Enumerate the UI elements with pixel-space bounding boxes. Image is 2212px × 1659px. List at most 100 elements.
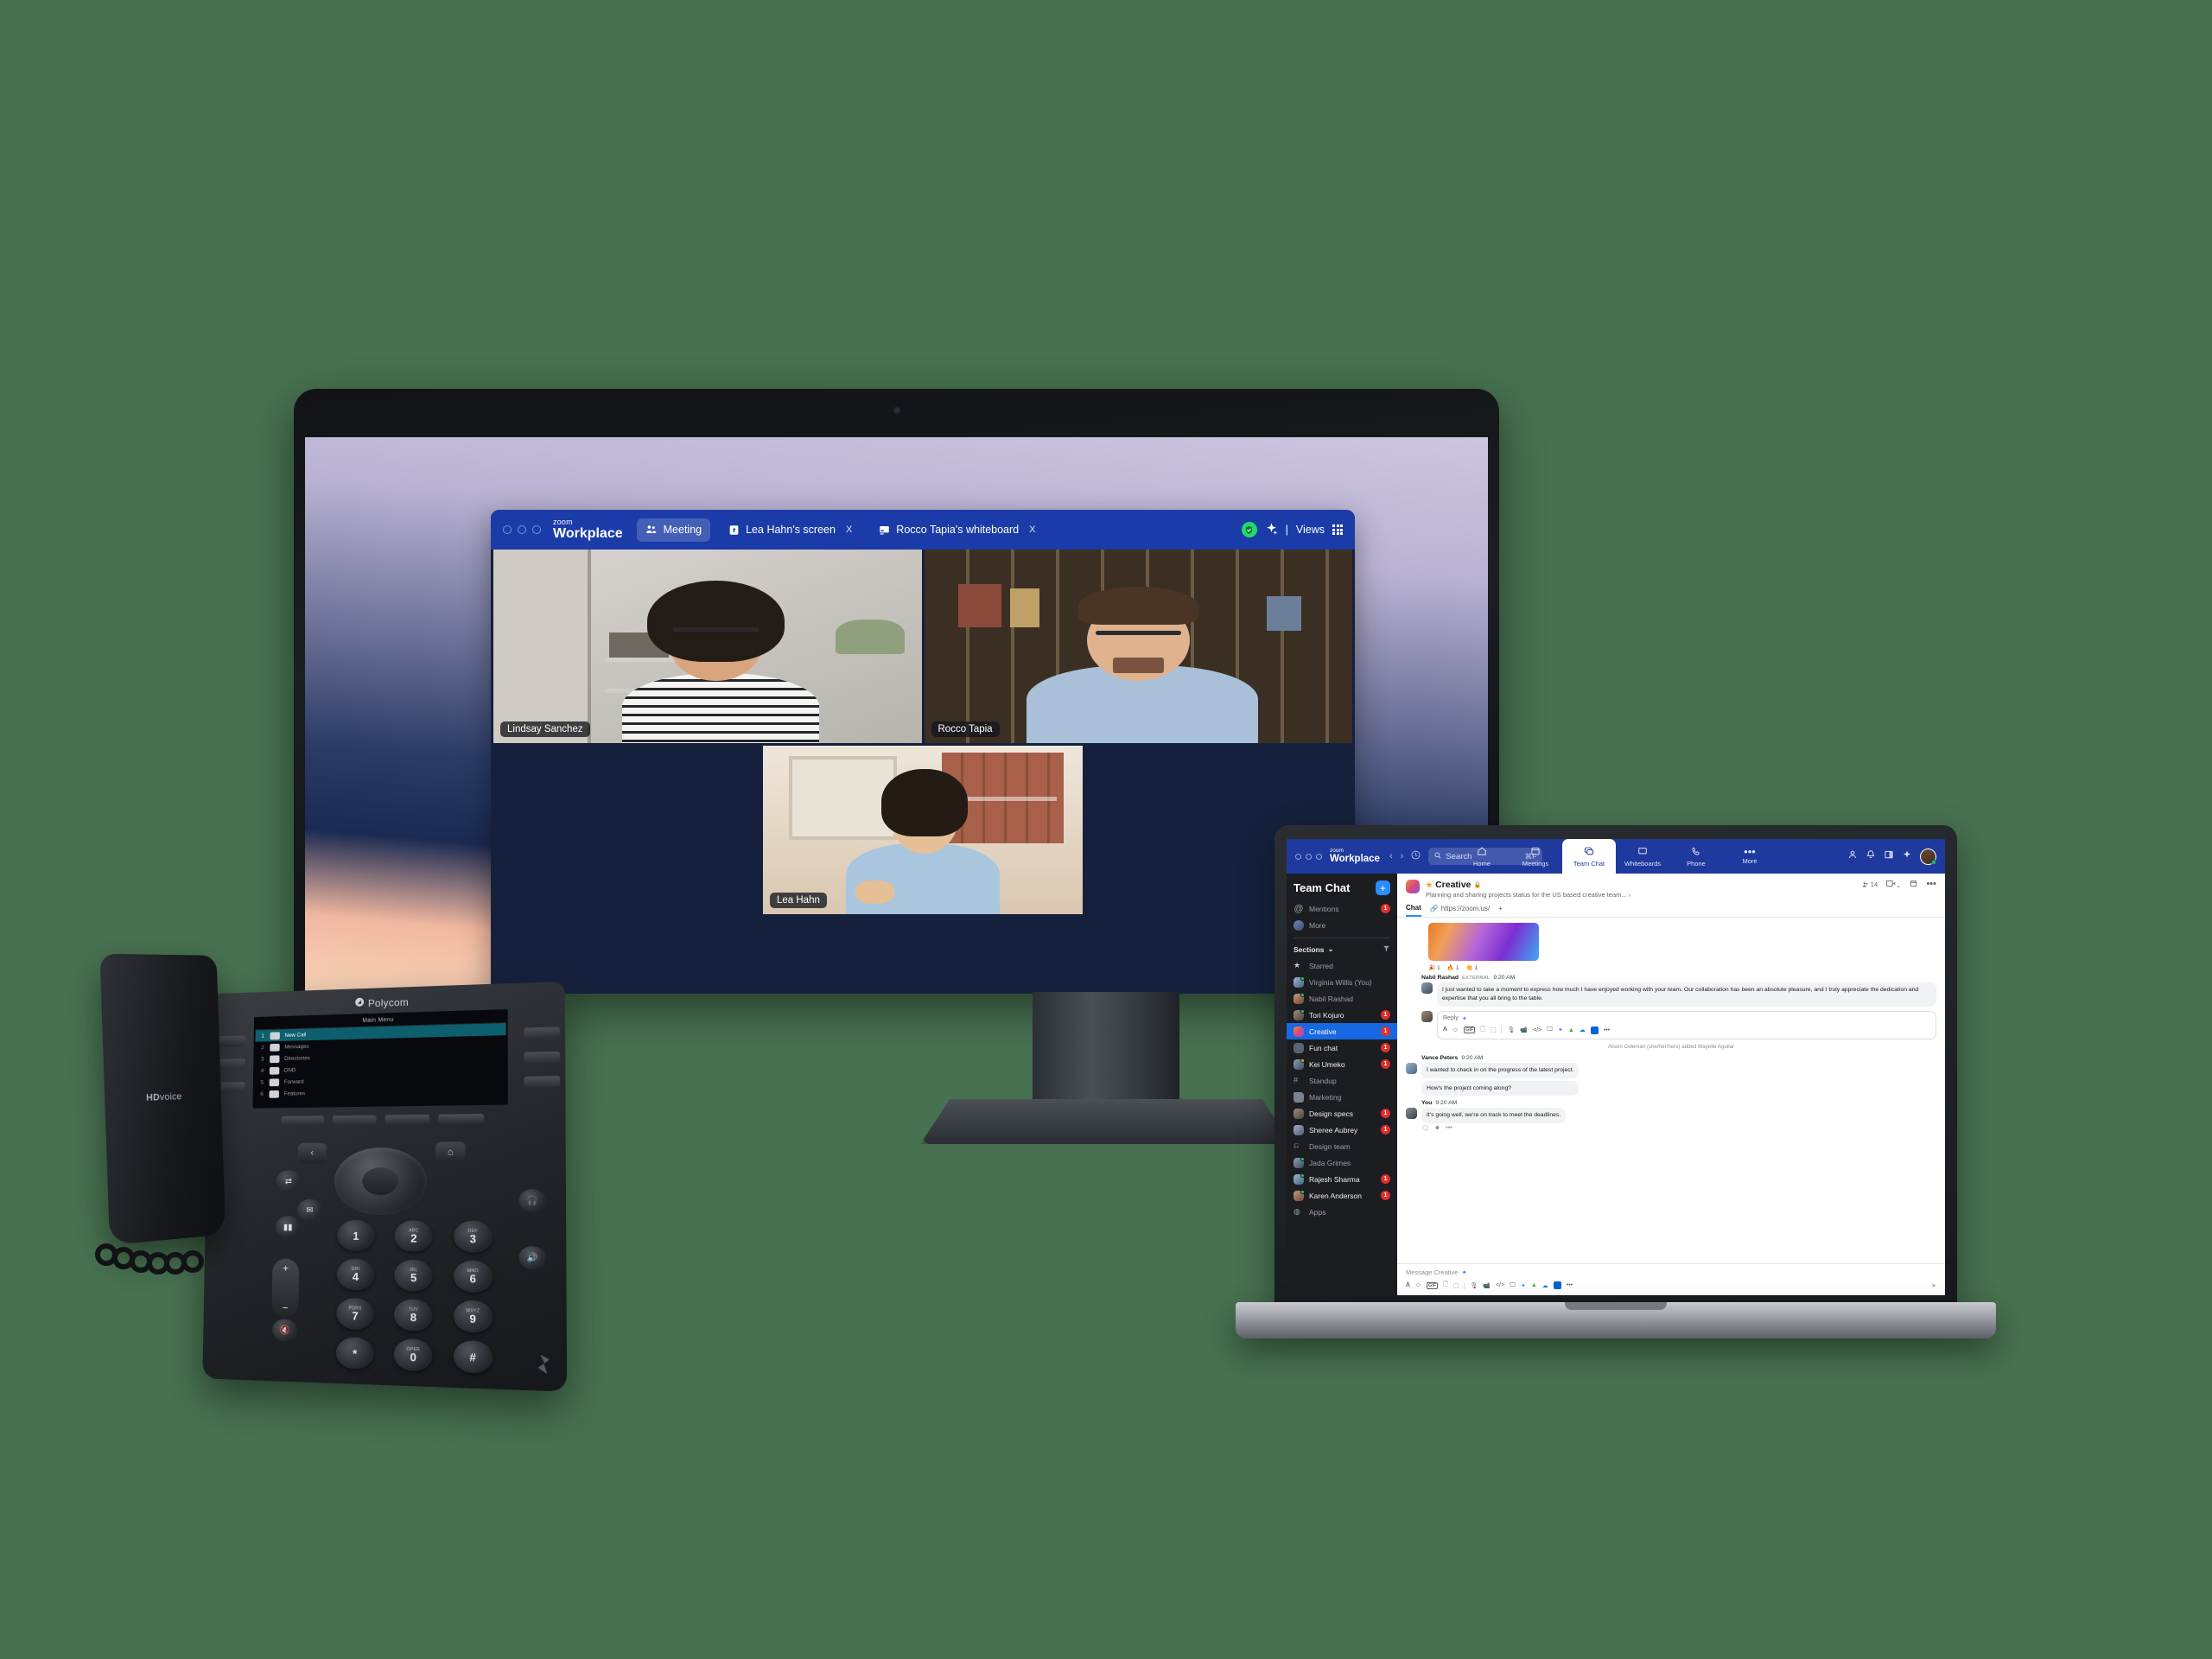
screenshot-icon[interactable]: ⬚ — [1453, 1282, 1459, 1289]
sidebar-item-kei-umeko[interactable]: Kei Umeko 1 — [1287, 1056, 1397, 1072]
keypad-key-star[interactable]: * — [336, 1337, 374, 1370]
sidebar-item-apps[interactable]: ◍ Apps — [1287, 1204, 1397, 1220]
headset-button[interactable]: 🎧 — [518, 1189, 545, 1212]
keypad-key-9[interactable]: WXYZ 9 — [454, 1300, 493, 1333]
code-icon[interactable]: </> — [1496, 1282, 1504, 1288]
google-drive-icon[interactable]: ▲ — [1568, 1027, 1574, 1033]
more-ellipsis-icon[interactable]: ••• — [1446, 1125, 1452, 1132]
ai-sparkle-icon[interactable]: ✦ — [1521, 1282, 1526, 1289]
keypad-key-3[interactable]: DEF 3 — [454, 1221, 493, 1253]
line-key-4[interactable] — [524, 1027, 560, 1039]
google-drive-icon[interactable]: ▲ — [1531, 1282, 1537, 1288]
sidebar-item-nabil-rashad[interactable]: Nabil Rashad — [1287, 990, 1397, 1007]
avatar[interactable] — [1421, 982, 1433, 994]
box-icon[interactable] — [1591, 1027, 1599, 1034]
tab-screen-share[interactable]: Lea Hahn's screen X — [719, 518, 861, 542]
screen-icon[interactable]: 🖵 — [1547, 1027, 1553, 1033]
calendar-icon[interactable] — [1910, 880, 1917, 889]
hold-button[interactable]: ▮▮ — [276, 1216, 301, 1238]
shield-check-icon[interactable] — [1242, 522, 1257, 537]
video-tile-lindsay-sanchez[interactable]: Lindsay Sanchez — [493, 550, 922, 743]
transfer-button[interactable]: ⇄ — [276, 1170, 301, 1192]
sidebar-icon[interactable] — [1884, 849, 1894, 864]
reaction-chip[interactable]: 🔥 1 — [1447, 964, 1459, 971]
sidebar-item-virginia-willis-you[interactable]: Virginia Willis (You) — [1287, 974, 1397, 990]
gif-icon[interactable]: GIF — [1464, 1027, 1475, 1033]
sidebar-item-standup[interactable]: # Standup — [1287, 1072, 1397, 1089]
sidebar-item-tori-kojuro[interactable]: Tori Kojuro 1 — [1287, 1007, 1397, 1023]
tab-team-chat[interactable]: Team Chat — [1562, 839, 1616, 874]
ai-sparkle-icon[interactable] — [1902, 849, 1912, 864]
format-icon[interactable]: 𝐀 — [1443, 1027, 1447, 1033]
keypad-key-8[interactable]: TUV 8 — [394, 1299, 433, 1332]
reaction-chip[interactable]: 👏 1 — [1465, 964, 1478, 971]
tab-whiteboards[interactable]: Whiteboards — [1616, 839, 1669, 874]
keypad-key-2[interactable]: ABC 2 — [395, 1220, 433, 1252]
reply-input[interactable]: Reply ✦ 𝐀 ☺ GIF 🗋 ⬚ 🎙 📹 </> 🖵 ✦ ▲ ☁ ••• — [1437, 1011, 1936, 1039]
more-ellipsis-icon[interactable]: ••• — [1567, 1282, 1573, 1288]
channel-description[interactable]: Planning and sharing projects status for… — [1426, 891, 1630, 899]
mute-button[interactable]: 🔇 — [272, 1319, 297, 1342]
chevron-down-icon[interactable]: ⌄ — [1327, 944, 1333, 954]
more-ellipsis-icon[interactable]: ••• — [1604, 1027, 1610, 1033]
sidebar-item-creative[interactable]: Creative 1 — [1287, 1023, 1397, 1039]
sidebar-item-starred[interactable]: ★ Starred — [1287, 957, 1397, 974]
screenshot-icon[interactable]: ⬚ — [1491, 1027, 1497, 1033]
volume-control[interactable]: + − — [271, 1259, 299, 1318]
avatar[interactable] — [1406, 1108, 1417, 1119]
sidebar-item-marketing[interactable]: Marketing — [1287, 1089, 1397, 1105]
more-ellipsis-icon[interactable]: ••• — [1926, 881, 1936, 887]
add-reaction-icon[interactable]: ☻ — [1434, 1125, 1440, 1132]
line-key-6[interactable] — [524, 1076, 560, 1088]
tab-phone[interactable]: Phone — [1669, 839, 1723, 874]
phone-nav-pad[interactable] — [334, 1147, 428, 1216]
keypad-key-6[interactable]: MNO 6 — [454, 1260, 493, 1293]
file-icon[interactable]: 🗋 — [1443, 1281, 1448, 1290]
grid-icon[interactable] — [1332, 524, 1343, 535]
tab-meetings[interactable]: Meetings — [1509, 839, 1562, 874]
emoji-icon[interactable]: ☺ — [1452, 1027, 1459, 1033]
tab-whiteboard[interactable]: Rocco Tapia's whiteboard X — [869, 518, 1044, 542]
sidebar-item-fun-chat[interactable]: Fun chat 1 — [1287, 1039, 1397, 1056]
volume-up-icon[interactable]: + — [283, 1262, 289, 1274]
keypad-key-7[interactable]: PQRS 7 — [336, 1298, 374, 1330]
filter-icon[interactable] — [1382, 944, 1390, 954]
box-icon[interactable] — [1554, 1281, 1561, 1289]
star-icon[interactable]: ★ — [1426, 880, 1433, 890]
keypad-key-hash[interactable]: # — [453, 1340, 493, 1374]
sidebar-item-karen-anderson[interactable]: Karen Anderson 1 — [1287, 1187, 1397, 1204]
views-button[interactable]: Views — [1296, 524, 1325, 536]
message-author[interactable]: Vance Peters — [1421, 1055, 1458, 1061]
ai-sparkle-icon[interactable] — [1265, 522, 1278, 537]
video-icon[interactable]: 📹 — [1520, 1027, 1528, 1033]
format-icon[interactable]: 𝐀 — [1406, 1282, 1410, 1289]
tab-home[interactable]: Home — [1455, 839, 1509, 874]
audio-icon[interactable]: 🎙 — [1507, 1027, 1515, 1033]
sidebar-item-rajesh-sharma[interactable]: Rajesh Sharma 1 — [1287, 1171, 1397, 1187]
screen-icon[interactable]: 🖵 — [1510, 1282, 1516, 1289]
ai-sparkle-icon[interactable]: ✦ — [1558, 1027, 1563, 1033]
channel-tab-add[interactable]: + — [1498, 905, 1503, 916]
shared-image-attachment[interactable] — [1428, 923, 1539, 961]
speaker-button[interactable]: 🔊 — [519, 1246, 547, 1269]
phone-keypad[interactable]: 1 ABC 2 DEF 3 GHI 4 JKL 5 MNO 6 PQRS 7 TUV 8 WXYZ 9 * OPER… — [336, 1220, 503, 1374]
phone-handset[interactable]: HDvoice — [99, 954, 226, 1245]
keypad-key-4[interactable]: GHI 4 — [337, 1259, 375, 1291]
voicemail-button[interactable]: ✉ — [297, 1199, 322, 1222]
onedrive-icon[interactable]: ☁ — [1580, 1027, 1586, 1033]
reply-icon[interactable]: 🗨 — [1421, 1125, 1429, 1132]
sidebar-sections-header[interactable]: Sections ⌄ — [1287, 943, 1397, 957]
sidebar-item-more[interactable]: More — [1287, 917, 1397, 933]
code-icon[interactable]: </> — [1533, 1027, 1541, 1033]
add-chat-button[interactable]: + — [1376, 880, 1390, 895]
bell-icon[interactable] — [1866, 849, 1876, 864]
message-composer[interactable]: Message Creative ✦ 𝐀 ☺ GIF 🗋 ⬚ 🎙 📹 </> 🖵… — [1397, 1263, 1945, 1295]
reaction-chip[interactable]: 🎉 1 — [1428, 964, 1440, 971]
phone-softkeys[interactable] — [207, 1113, 566, 1135]
audio-icon[interactable]: 🎙 — [1470, 1282, 1478, 1289]
clock-icon[interactable] — [1411, 849, 1421, 864]
video-icon[interactable]: 📹 — [1483, 1282, 1491, 1289]
window-controls[interactable] — [1295, 854, 1322, 860]
message-author[interactable]: Nabil Rashad — [1421, 975, 1459, 981]
avatar[interactable] — [1920, 849, 1936, 865]
